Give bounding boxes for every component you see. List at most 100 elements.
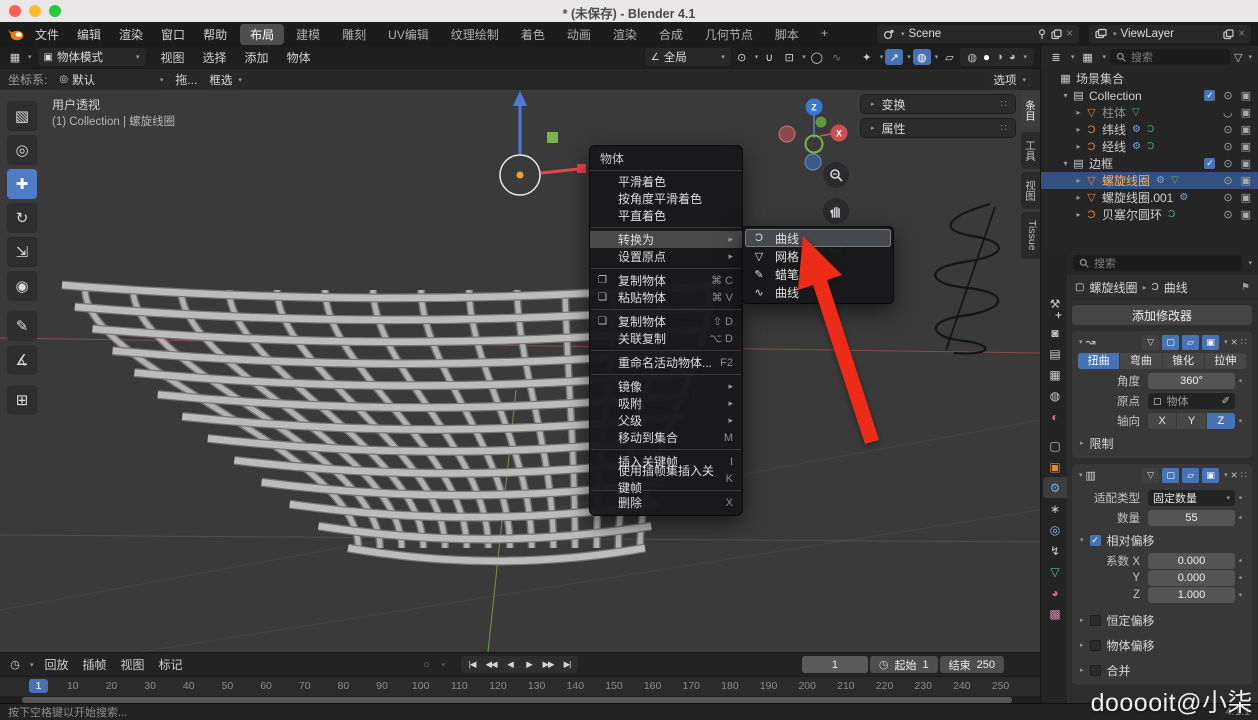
output-properties-tab[interactable]: ▤ xyxy=(1043,343,1067,364)
timeline-menu-1[interactable]: 插帧 xyxy=(76,656,114,673)
frame-tick-100[interactable]: 100 xyxy=(412,680,430,692)
camera-visibility-icon[interactable]: ▣ xyxy=(1241,106,1251,119)
view-layer-properties-tab[interactable]: ▦ xyxy=(1043,364,1067,385)
current-frame-field[interactable]: 1 xyxy=(802,656,868,673)
sidebar-tab-Tissue[interactable]: Tissue xyxy=(1021,212,1040,259)
animate-dot-icon[interactable]: • xyxy=(1235,513,1246,524)
expander-icon[interactable]: ▸ xyxy=(1073,176,1084,185)
frame-tick-90[interactable]: 90 xyxy=(376,680,388,692)
constant-offset-checkbox[interactable] xyxy=(1090,615,1101,626)
select-box-tool[interactable]: ▧ xyxy=(7,101,37,131)
delete-modifier-icon[interactable]: × xyxy=(1231,468,1238,482)
mode-selector[interactable]: ▣ 物体模式 ▾ xyxy=(38,48,146,66)
timeline-editor-type-button[interactable]: ◷ xyxy=(6,657,24,673)
relative-offset-checkbox[interactable]: ✓ xyxy=(1090,535,1101,546)
collapse-icon[interactable]: ▾ xyxy=(1079,338,1083,346)
breadcrumb-object[interactable]: 螺旋线圈 xyxy=(1089,279,1137,296)
frame-tick-240[interactable]: 240 xyxy=(953,680,971,692)
camera-visibility-icon[interactable]: ▣ xyxy=(1241,157,1251,170)
frame-tick-170[interactable]: 170 xyxy=(683,680,701,692)
world-properties-tab[interactable]: ◐ xyxy=(1043,406,1067,427)
origin-object-field[interactable]: ▢ 物体 ✐ xyxy=(1148,393,1235,409)
camera-visibility-icon[interactable]: ▣ xyxy=(1241,191,1251,204)
timeline-menu-0[interactable]: 回放 xyxy=(38,656,76,673)
pin-icon[interactable] xyxy=(1037,29,1047,40)
show-on-cage-toggle[interactable]: ▽ xyxy=(1142,468,1159,483)
frame-tick-250[interactable]: 250 xyxy=(992,680,1010,692)
jump-to-start-button[interactable]: |◀ xyxy=(463,657,481,672)
frame-tick-40[interactable]: 40 xyxy=(183,680,195,692)
show-in-editmode-toggle[interactable]: ▢ xyxy=(1162,468,1179,483)
eye-icon[interactable]: ⊙ xyxy=(1223,123,1232,136)
current-frame-badge[interactable]: 1 xyxy=(29,679,48,693)
workspace-tab-几何节点[interactable]: 几何节点 xyxy=(695,24,763,45)
scene-selector[interactable]: ▾ Scene × xyxy=(877,25,1079,43)
outliner-filter-id-button[interactable]: ▦ xyxy=(1079,49,1097,65)
pivot-point-button[interactable]: ⊙ xyxy=(733,49,751,65)
frame-tick-60[interactable]: 60 xyxy=(260,680,272,692)
move-gizmo[interactable] xyxy=(500,91,586,195)
eye-icon[interactable]: ⊙ xyxy=(1223,140,1232,153)
expander-icon[interactable]: ▾ xyxy=(1060,91,1071,100)
menu-item-ctx-5[interactable]: 设置原点▸ xyxy=(590,248,742,265)
show-render-toggle[interactable]: ▣ xyxy=(1202,468,1219,483)
sidebar-tab-工具[interactable]: 工具 xyxy=(1021,132,1040,169)
npanel-属性[interactable]: ▸属性∷ xyxy=(860,118,1016,138)
delete-modifier-icon[interactable]: × xyxy=(1231,335,1238,349)
show-in-editmode-toggle[interactable]: ▢ xyxy=(1162,335,1179,350)
menu-item-ctx-10[interactable]: ❑复制物体⇧ D xyxy=(590,313,742,330)
workspace-tab-建模[interactable]: 建模 xyxy=(286,24,330,45)
outliner-row-经线[interactable]: ▸Ɔ经线⚙Ɔ⊙▣ xyxy=(1041,138,1258,155)
move-tool[interactable]: ✚ xyxy=(7,169,37,199)
texture-properties-tab[interactable]: ▩ xyxy=(1043,603,1067,624)
viewport-menu-2[interactable]: 添加 xyxy=(236,49,278,66)
eyedropper-icon[interactable]: ✐ xyxy=(1222,396,1230,407)
jump-to-end-button[interactable]: ▶| xyxy=(558,657,576,672)
blender-logo[interactable] xyxy=(7,27,24,42)
falloff-button[interactable]: ∿ xyxy=(828,49,846,65)
outliner-row-贝塞尔圆环[interactable]: ▸Ɔ贝塞尔圆环Ɔ⊙▣ xyxy=(1041,206,1258,223)
object-offset-checkbox[interactable] xyxy=(1090,640,1101,651)
viewport-3d[interactable]: 用户透视 (1) Collection | 螺旋线圈 ▧◎✚↻⇲◉✎∡⊞ Z X… xyxy=(0,90,1040,652)
collection-checkbox[interactable]: ✓ xyxy=(1204,158,1215,169)
count-field[interactable]: 55 xyxy=(1148,510,1235,526)
workspace-tab-UV编辑[interactable]: UV编辑 xyxy=(378,24,439,45)
sidebar-tab-视图[interactable]: 视图 xyxy=(1021,172,1040,209)
collection-properties-tab[interactable]: ▢ xyxy=(1043,435,1067,456)
eye-icon[interactable]: ⊙ xyxy=(1223,208,1232,221)
properties-search-input[interactable]: 搜索 xyxy=(1073,255,1242,271)
frame-tick-190[interactable]: 190 xyxy=(760,680,778,692)
menu-item-convert-to[interactable]: 转换为▸ xyxy=(590,231,742,248)
physics-properties-tab[interactable]: ◎ xyxy=(1043,519,1067,540)
npanel-变换[interactable]: ▸变换∷ xyxy=(860,94,1016,114)
animate-dot-icon[interactable]: • xyxy=(1235,376,1246,387)
drag-handle-icon[interactable]: ∷ xyxy=(1241,470,1247,481)
timeline-menu-3[interactable]: 标记 xyxy=(152,656,190,673)
fit-type-dropdown[interactable]: 固定数量 ▾ xyxy=(1148,490,1235,506)
view-layer-name[interactable]: ViewLayer xyxy=(1121,28,1220,40)
drag-handle-icon[interactable]: ∷ xyxy=(1241,337,1247,348)
frame-start-field[interactable]: ◷ 起始 1 xyxy=(870,656,938,673)
camera-visibility-icon[interactable]: ▣ xyxy=(1241,123,1251,136)
play-reverse-button[interactable]: ◀ xyxy=(501,657,519,672)
eye-icon[interactable]: ⊙ xyxy=(1223,157,1232,170)
play-button[interactable]: ▶ xyxy=(520,657,538,672)
material-shading-button[interactable]: ◑ xyxy=(996,51,1003,63)
eye-icon[interactable]: ◡ xyxy=(1223,106,1233,119)
next-keyframe-button[interactable]: ▶▶ xyxy=(539,657,557,672)
modifiers-properties-tab[interactable]: ⚙ xyxy=(1043,477,1067,498)
outliner-row-螺旋线圈.001[interactable]: ▸▽螺旋线圈.001⚙⊙▣ xyxy=(1041,189,1258,206)
outliner-row-螺旋线圈[interactable]: ▸▽螺旋线圈⚙▽⊙▣ xyxy=(1041,172,1258,189)
menu-item-ctx-0[interactable]: 平滑着色 xyxy=(590,173,742,190)
frame-tick-210[interactable]: 210 xyxy=(837,680,855,692)
frame-tick-200[interactable]: 200 xyxy=(798,680,816,692)
measure-tool[interactable]: ∡ xyxy=(7,345,37,375)
outliner-row-边框[interactable]: ▾▤边框✓⊙▣ xyxy=(1041,155,1258,172)
frame-tick-10[interactable]: 10 xyxy=(67,680,79,692)
frame-tick-70[interactable]: 70 xyxy=(299,680,311,692)
menu-item-ctx-17[interactable]: 父级▸ xyxy=(590,412,742,429)
axis-x-button[interactable]: X xyxy=(1148,413,1176,429)
camera-visibility-icon[interactable]: ▣ xyxy=(1241,89,1251,102)
animate-dot-icon[interactable]: • xyxy=(1235,416,1246,427)
workspace-tab-脚本[interactable]: 脚本 xyxy=(765,24,809,45)
